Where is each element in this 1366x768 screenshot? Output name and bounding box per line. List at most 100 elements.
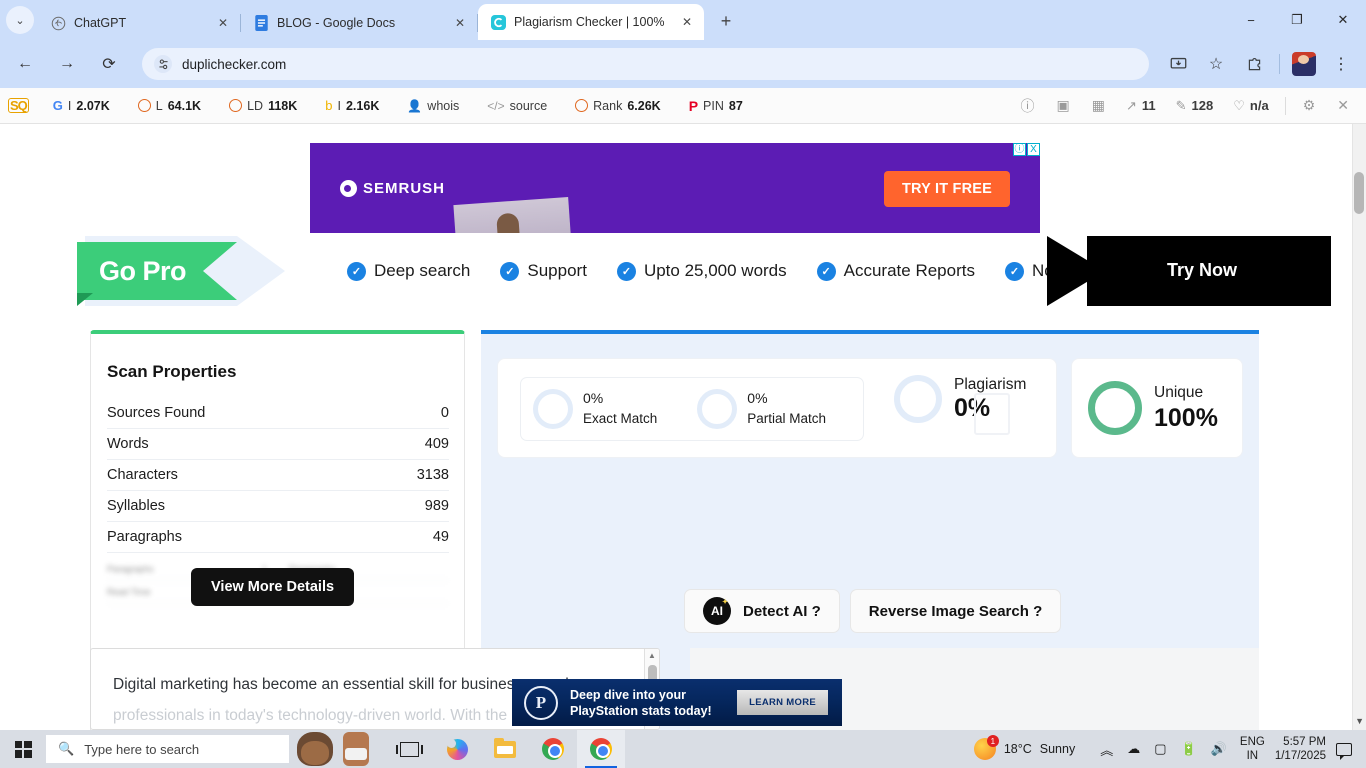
star-icon[interactable]: ☆ — [1201, 49, 1231, 79]
address-bar[interactable]: duplichecker.com — [142, 48, 1149, 80]
ad-close-icon[interactable]: X — [1027, 143, 1040, 156]
table-row: Syllables 989 — [107, 491, 449, 522]
gear-icon[interactable]: ⚙ — [1303, 97, 1316, 114]
browser-tab-chatgpt[interactable]: ChatGPT ✕ — [38, 6, 240, 40]
seo-metric-links[interactable]: L 64.1K — [137, 99, 201, 113]
language-indicator[interactable]: ENG IN — [1240, 735, 1265, 763]
speaker-icon[interactable]: 🔊 — [1211, 741, 1227, 757]
go-pro-feature: ✓ Upto 25,000 words — [616, 261, 787, 281]
seo-metric-bing[interactable]: b I 2.16K — [325, 98, 379, 113]
semrush-logo: SEMRUSH — [340, 180, 445, 197]
seo-internal-links[interactable]: ✎ 128 — [1176, 98, 1214, 114]
detect-ai-label: Detect AI ? — [743, 602, 821, 620]
seo-health-metric[interactable]: ♡ n/a — [1233, 98, 1268, 114]
page-scrollbar[interactable]: ▼ — [1352, 124, 1366, 730]
clock[interactable]: 5:57 PM 1/17/2025 — [1275, 735, 1326, 763]
partial-match-label: Partial Match — [747, 411, 827, 426]
playstation-ad-banner[interactable]: P Deep dive into your PlayStation stats … — [512, 679, 842, 726]
tab-close-icon[interactable]: ✕ — [678, 13, 696, 31]
seo-metric-pinterest[interactable]: P PIN 87 — [689, 98, 743, 114]
row-label: Sources Found — [107, 405, 206, 421]
chrome-active-button[interactable] — [577, 730, 625, 768]
semrush-cta-button[interactable]: TRY IT FREE — [883, 171, 1010, 207]
check-circle-icon: ✓ — [500, 261, 520, 281]
go-pro-feature: ✓ Accurate Reports — [816, 261, 975, 281]
puzzle-icon[interactable] — [1239, 49, 1269, 79]
go-pro-banner: ✓ Deep search ✓ Support ✓ Upto 25,000 wo… — [77, 236, 1331, 306]
notification-icon[interactable] — [1336, 742, 1352, 760]
weather-temp: 18°C — [1003, 742, 1032, 756]
tab-close-icon[interactable]: ✕ — [451, 14, 469, 32]
browser-tab-plagiarism-checker[interactable]: Plagiarism Checker | 100% Free ✕ — [478, 4, 704, 40]
playstation-ad-text: Deep dive into your PlayStation stats to… — [570, 687, 712, 719]
seoquake-logo-icon[interactable]: SQ — [8, 98, 29, 113]
seo-source-link[interactable]: </> source — [487, 99, 547, 113]
table-row: Words 409 — [107, 429, 449, 460]
view-more-details-button[interactable]: View More Details — [191, 568, 355, 606]
ad-photo — [453, 197, 572, 233]
battery-icon[interactable]: 🔋 — [1181, 741, 1197, 757]
scroll-up-icon[interactable]: ▲ — [645, 649, 659, 663]
detect-ai-button[interactable]: AI Detect AI ? — [684, 589, 840, 633]
google-docs-icon — [253, 15, 269, 31]
tray-overflow-icon[interactable]: ︽ — [1100, 740, 1113, 759]
page-icon[interactable]: ▦ — [1092, 97, 1105, 114]
scroll-down-icon[interactable]: ▼ — [1355, 716, 1364, 726]
seo-whois-link[interactable]: 👤 whois — [407, 99, 459, 113]
go-pro-try-now-button[interactable]: Try Now — [1087, 236, 1331, 306]
page-scrollbar-thumb[interactable] — [1354, 172, 1364, 214]
reload-button[interactable]: ⟳ — [94, 49, 124, 79]
results-summary-row: 0% Exact Match 0% Partial Match Plagiari… — [497, 358, 1243, 458]
sun-icon: 1 — [973, 735, 999, 760]
avatar[interactable] — [1292, 52, 1316, 76]
back-button[interactable]: ← — [10, 49, 40, 79]
check-circle-icon: ✓ — [816, 261, 836, 281]
seo-metric-google[interactable]: G I 2.07K — [53, 98, 110, 113]
new-tab-button[interactable]: + — [712, 7, 740, 35]
forward-button[interactable]: → — [52, 49, 82, 79]
learn-more-button[interactable]: LEARN MORE — [737, 690, 828, 715]
browser-tab-google-docs[interactable]: BLOG - Google Docs ✕ — [241, 6, 477, 40]
cloud-icon[interactable]: ☁ — [1127, 741, 1140, 757]
close-icon[interactable]: ✕ — [1337, 97, 1349, 114]
copilot-button[interactable] — [433, 730, 481, 768]
feature-label: Upto 25,000 words — [643, 261, 787, 280]
page-settings-icon[interactable] — [154, 55, 172, 73]
chrome-active-icon — [590, 738, 612, 760]
taskbar-search-input[interactable]: 🔍 Type here to search — [46, 735, 289, 763]
seo-metric-rank[interactable]: Rank 6.26K — [575, 99, 661, 113]
chrome-button[interactable] — [529, 730, 577, 768]
row-value: 0 — [440, 405, 449, 421]
maximize-button[interactable]: ❐ — [1274, 4, 1320, 36]
copilot-icon — [446, 738, 468, 760]
seo-external-links[interactable]: ↗ 11 — [1126, 98, 1156, 114]
task-view-button[interactable] — [385, 730, 433, 768]
chevron-down-icon: ⌄ — [15, 14, 25, 27]
screen-icon[interactable]: ▣ — [1057, 97, 1070, 114]
ad-info-icon[interactable]: ⓘ — [1013, 143, 1026, 156]
tab-close-icon[interactable]: ✕ — [214, 14, 232, 32]
seo-metric-linking-domains[interactable]: LD 118K — [229, 99, 297, 113]
taskbar-widget-image[interactable] — [289, 730, 385, 768]
plagiarism-label: Plagiarism — [954, 375, 1027, 393]
google-icon: G — [52, 98, 63, 113]
kebab-menu-icon[interactable]: ⋮ — [1326, 49, 1356, 79]
seo-extension-bar: SQ G I 2.07K L 64.1K LD 118K b I 2.16K 👤… — [0, 88, 1366, 124]
seo-metric-label: I — [337, 98, 341, 113]
close-window-button[interactable]: ✕ — [1320, 4, 1366, 36]
search-icon: 🔍 — [58, 741, 75, 756]
match-breakdown-box: 0% Exact Match 0% Partial Match — [520, 377, 864, 441]
weather-widget[interactable]: 1 18°C Sunny — [973, 735, 1075, 760]
feature-label: Deep search — [374, 261, 471, 280]
install-icon[interactable] — [1163, 49, 1193, 79]
camera-icon[interactable]: ▢ — [1154, 741, 1166, 757]
task-view-icon — [395, 741, 423, 757]
minimize-button[interactable]: − — [1228, 4, 1274, 36]
tab-search-button[interactable]: ⌄ — [6, 6, 34, 34]
start-button[interactable] — [0, 730, 46, 768]
file-explorer-button[interactable] — [481, 730, 529, 768]
reverse-image-search-button[interactable]: Reverse Image Search ? — [849, 589, 1062, 633]
unique-value: 100% — [1154, 403, 1218, 432]
semrush-ad-banner[interactable]: SEMRUSH TRY IT FREE ⓘ X — [310, 143, 1040, 233]
info-icon[interactable]: ⓘ — [1021, 96, 1035, 116]
